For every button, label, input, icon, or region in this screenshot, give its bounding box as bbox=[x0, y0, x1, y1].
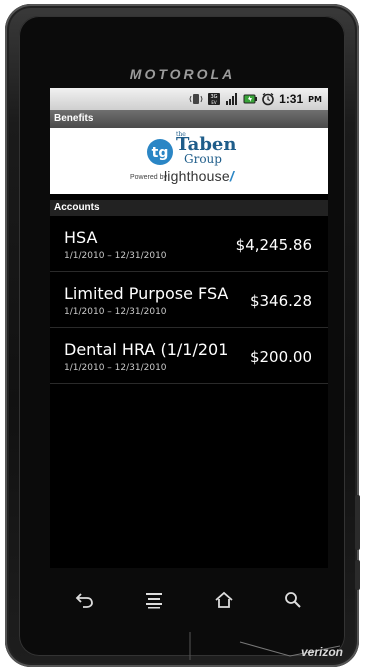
lighthouse-swoosh-icon: / bbox=[229, 168, 234, 184]
status-icons: 3G EV 1:31 PM bbox=[189, 91, 322, 107]
account-amount: $346.28 bbox=[249, 292, 312, 310]
account-title: Limited Purpose FSA bbox=[64, 284, 229, 303]
account-amount: $200.00 bbox=[249, 348, 312, 366]
svg-text:tg: tg bbox=[152, 145, 169, 161]
device-brand: MOTOROLA bbox=[129, 66, 236, 82]
battery-icon bbox=[243, 94, 258, 104]
account-row-limited-fsa[interactable]: Limited Purpose FSA 1/1/2010 – 12/31/201… bbox=[50, 272, 328, 328]
carrier-logo: verizon bbox=[300, 645, 343, 659]
camera-button[interactable] bbox=[355, 560, 360, 590]
powered-by-label: Powered by bbox=[130, 174, 167, 181]
account-dates: 1/1/2010 – 12/31/2010 bbox=[64, 363, 167, 373]
hardware-nav-bar bbox=[50, 580, 328, 620]
account-row-dental-hra[interactable]: Dental HRA (1/1/201 1/1/2010 – 12/31/201… bbox=[50, 328, 328, 384]
accounts-list: HSA 1/1/2010 – 12/31/2010 $4,245.86 Limi… bbox=[50, 216, 328, 384]
status-ampm: PM bbox=[308, 94, 322, 104]
vibrate-icon bbox=[189, 94, 203, 104]
lighthouse-brand: lighthouse/ bbox=[164, 168, 234, 184]
menu-icon bbox=[146, 593, 163, 609]
account-title: HSA bbox=[64, 228, 98, 247]
home-icon bbox=[215, 591, 233, 608]
device-screen: 3G EV 1:31 PM Benefits tg the Taben Grou… bbox=[50, 88, 328, 568]
phone-chin-icon bbox=[189, 632, 340, 660]
back-key[interactable] bbox=[72, 588, 98, 612]
volume-button[interactable] bbox=[355, 495, 360, 550]
account-dates: 1/1/2010 – 12/31/2010 bbox=[64, 251, 167, 261]
account-title: Dental HRA (1/1/201 bbox=[64, 340, 229, 359]
back-icon bbox=[75, 593, 93, 608]
company-logo: tg the Taben Group Powered by lighthouse… bbox=[50, 128, 328, 194]
account-row-hsa[interactable]: HSA 1/1/2010 – 12/31/2010 $4,245.86 bbox=[50, 216, 328, 272]
search-icon bbox=[285, 592, 301, 608]
account-amount: $4,245.86 bbox=[235, 236, 312, 254]
3g-icon: 3G EV bbox=[208, 93, 221, 105]
lighthouse-text: lighthouse bbox=[164, 168, 230, 184]
accounts-header: Accounts bbox=[50, 200, 328, 216]
home-key[interactable] bbox=[211, 588, 237, 612]
account-dates: 1/1/2010 – 12/31/2010 bbox=[64, 307, 167, 317]
svg-text:EV: EV bbox=[212, 100, 218, 105]
status-time: 1:31 bbox=[279, 92, 304, 106]
menu-key[interactable] bbox=[141, 588, 167, 612]
logo-sub: Group bbox=[184, 152, 222, 166]
search-key[interactable] bbox=[280, 588, 306, 612]
status-bar: 3G EV 1:31 PM bbox=[50, 88, 328, 110]
alarm-icon bbox=[262, 92, 274, 106]
signal-icon bbox=[226, 93, 238, 105]
app-title-bar: Benefits bbox=[50, 110, 328, 128]
taben-logo-mark-icon: tg bbox=[147, 139, 173, 165]
